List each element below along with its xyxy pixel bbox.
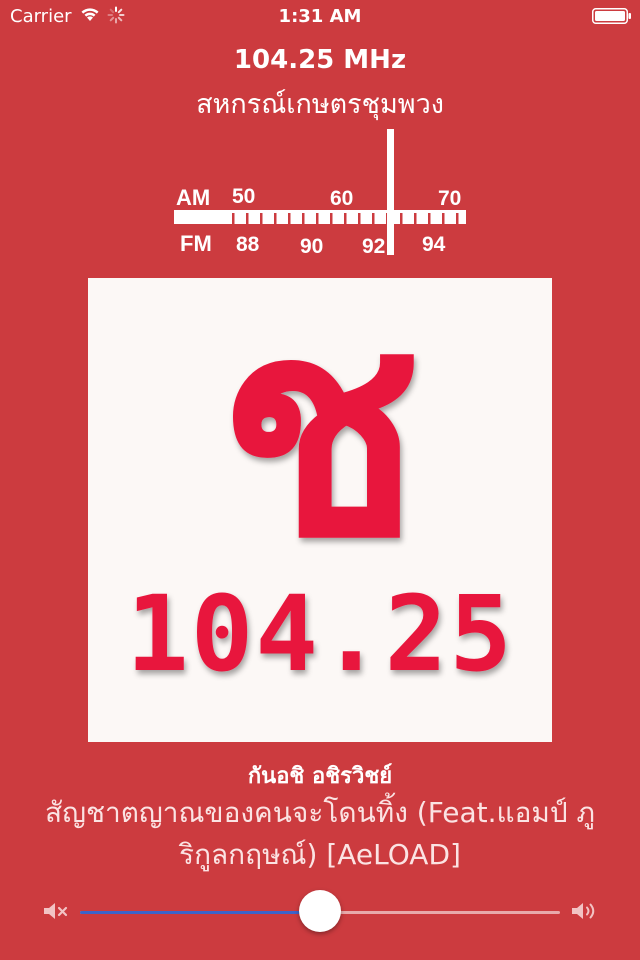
tuner-tick: [358, 213, 361, 224]
fm-band-label: FM: [180, 231, 212, 256]
tuner-tick: [400, 213, 403, 224]
tuner-tick: [372, 213, 375, 224]
tuner-tick: [316, 213, 319, 224]
tuner-tick: [302, 213, 305, 224]
battery-icon: [592, 8, 631, 24]
am-tick-label: 60: [330, 187, 353, 210]
volume-slider-fill: [80, 911, 320, 914]
tuner-tick: [456, 213, 459, 224]
status-bar: Carrier 1:31 AM: [0, 0, 640, 34]
tuner-tick: [246, 213, 249, 224]
tuner-scale-band: [174, 210, 466, 224]
station-logo: ช 104.25: [126, 255, 514, 695]
tuner-tick: [442, 213, 445, 224]
logo-character: ช: [218, 278, 422, 604]
tuner-tick: [288, 213, 291, 224]
volume-slider-thumb[interactable]: [299, 890, 341, 932]
artist-name: กันอชิ อชิรวิชย์: [247, 764, 393, 789]
tuner-tick: [260, 213, 263, 224]
tuner-scale: [174, 210, 466, 224]
fm-tick-label: 92: [362, 235, 385, 258]
station-name: สหกรณ์เกษตรชุมพวง: [196, 89, 444, 120]
volume-up-icon[interactable]: [570, 900, 600, 922]
am-tick-label: 70: [438, 187, 461, 210]
am-band-label: AM: [176, 185, 210, 210]
tuner-tick: [428, 213, 431, 224]
fm-tick-label: 88: [236, 233, 260, 256]
logo-frequency: 104.25: [126, 573, 514, 695]
fm-tick-label: 90: [300, 235, 323, 258]
status-time: 1:31 AM: [278, 6, 362, 27]
fm-tick-label: 94: [422, 233, 446, 256]
tuner-dial[interactable]: AM FM 50 60 70 88 90 92 94: [170, 125, 470, 265]
tuner-tick: [414, 213, 417, 224]
tuner-tick: [232, 213, 235, 224]
tuner-tick: [344, 213, 347, 224]
tuner-tick: [330, 213, 333, 224]
am-tick-label: 50: [232, 185, 255, 208]
volume-mute-icon[interactable]: [42, 900, 70, 922]
tuner-needle[interactable]: [387, 129, 394, 255]
station-artwork: ช 104.25: [88, 255, 552, 742]
tuner-tick: [274, 213, 277, 224]
frequency-title: 104.25 MHz: [233, 45, 407, 75]
song-title: สัญชาตญาณของคนจะโดนทิ้ง (Feat.แอมป์ ภูริ…: [45, 796, 595, 871]
